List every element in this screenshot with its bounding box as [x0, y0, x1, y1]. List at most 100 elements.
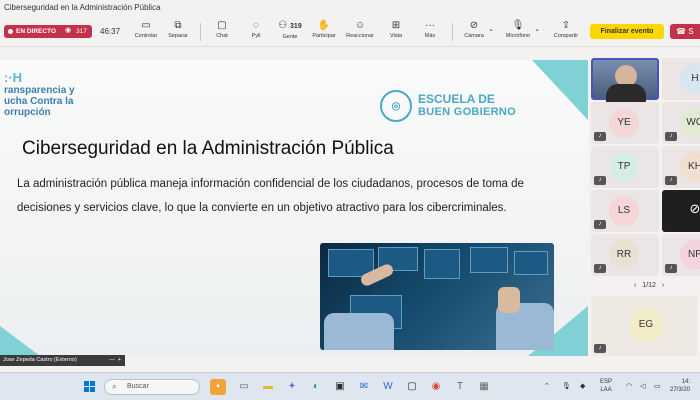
mic-muted-icon: ♪ [594, 176, 606, 185]
toolbar-divider [452, 23, 453, 41]
chat-icon: ▢ [217, 20, 227, 31]
participant-tile[interactable]: YE ♪ [591, 102, 659, 144]
language-indicator[interactable]: ESP LAA [600, 378, 612, 394]
monitor-shape [470, 247, 508, 273]
taskbar-search[interactable]: ⌕ Buscar [104, 379, 200, 395]
slide-corner-decoration [0, 326, 40, 356]
monitor-shape [424, 249, 460, 279]
search-icon: ⌕ [112, 382, 117, 391]
cast-icon: ▭ [141, 20, 151, 31]
avatar: RR [609, 240, 639, 270]
app-icon[interactable]: ▦ [476, 379, 492, 395]
mic-tray-icon[interactable]: 🎙 [562, 382, 571, 390]
share-icon: ⇪ [561, 20, 571, 31]
zoom-controls[interactable]: — + [109, 355, 121, 366]
mic-muted-icon: ♪ [594, 344, 606, 353]
page-indicator: 1/12 [642, 282, 656, 289]
participant-tile[interactable]: RR ♪ [591, 234, 659, 276]
live-label: EN DIRECTO [16, 28, 56, 35]
viewer-count: 317 [76, 28, 87, 35]
qa-icon: ◌ [253, 20, 259, 31]
participant-panel: H YE ♪ WO ♪ TP ♪ KH ♪ LS ♪ ⊘ RR ♪ NP ♪ E… [588, 48, 700, 370]
tray-chevron-icon[interactable]: ⌃ [544, 382, 550, 390]
participant-tile[interactable]: WO ♪ [662, 102, 700, 144]
share-button[interactable]: ⇪ Compartir [548, 19, 584, 45]
hand-shape [498, 287, 520, 313]
popout-button[interactable]: ⧉ Separar [160, 19, 196, 45]
presentation-slide: :·H ransparencia y ucha Contra la orrupc… [0, 60, 588, 356]
teams-icon[interactable]: T [452, 379, 468, 395]
widgets-icon[interactable]: ▪ [210, 379, 226, 395]
outlook-icon[interactable]: ✉ [356, 379, 372, 395]
eye-icon: ◉ [65, 27, 72, 34]
slide-body-text: La administración pública maneja informa… [17, 178, 524, 214]
mic-muted-icon: ♪ [594, 264, 606, 273]
mic-muted-icon: ♪ [665, 264, 677, 273]
participant-tile-camera[interactable] [591, 58, 659, 102]
live-badge: EN DIRECTO 317 ◉ [4, 25, 92, 38]
chevron-left-icon[interactable]: ‹ [634, 282, 636, 289]
people-count: 319 [290, 23, 302, 30]
participant-tile-large[interactable]: EG ♪ [591, 296, 697, 356]
mic-muted-icon: ♪ [665, 132, 677, 141]
react-button[interactable]: ☺ Reaccionar [342, 19, 378, 45]
grid-icon: ⊞ [391, 20, 401, 31]
tray-app-icon[interactable]: ◆ [580, 382, 585, 390]
copilot-icon[interactable]: ✦ [284, 379, 300, 395]
qa-button[interactable]: ◌ Pyll [238, 19, 274, 45]
people-button[interactable]: ⚇ 319 Gente [272, 19, 308, 45]
chrome-icon[interactable]: ◉ [428, 379, 444, 395]
avatar: KH [680, 152, 700, 182]
more-icon: ··· [425, 20, 435, 31]
system-clock[interactable]: 14: 27/3/20 [670, 378, 690, 394]
volume-icon[interactable]: ◁ [640, 382, 645, 390]
task-view-icon[interactable]: ▭ [236, 379, 252, 395]
people-icon: ⚇ [278, 20, 288, 31]
mic-muted-icon: ♪ [594, 220, 606, 229]
edge-icon[interactable]: ◐ [308, 379, 324, 395]
mic-muted-icon: ♪ [665, 176, 677, 185]
more-button[interactable]: ··· Más [412, 19, 448, 45]
leave-button[interactable]: ☎ S [670, 24, 700, 39]
meeting-timer: 46:37 [100, 27, 121, 36]
avatar: LS [609, 196, 639, 226]
store-icon[interactable]: ▣ [332, 379, 348, 395]
battery-icon[interactable]: ▭ [654, 382, 661, 390]
avatar: H [680, 64, 700, 94]
slide-title: Ciberseguridad en la Administración Públ… [22, 138, 394, 159]
video-off-icon: ⊘ [689, 201, 700, 216]
hand-icon: ✋ [317, 20, 331, 31]
participant-tile-video-off[interactable]: ⊘ [662, 190, 700, 232]
wifi-icon[interactable]: ◠ [626, 382, 632, 390]
participant-tile[interactable]: H [662, 58, 700, 100]
taskbar: ⌕ Buscar ▪ ▭ ▬ ✦ ◐ ▣ ✉ W ▢ ◉ T ▦ ⌃ 🎙 ◆ E… [0, 372, 700, 400]
avatar: NP [680, 240, 700, 270]
end-event-button[interactable]: Finalizar evento [590, 24, 664, 39]
view-button[interactable]: ⊞ Vista [378, 19, 414, 45]
participant-pager: ‹ 1/12 › [630, 282, 668, 289]
cybersecurity-photo [320, 243, 554, 350]
window-title: Ciberseguridad en la Administración Públ… [4, 3, 161, 12]
chevron-right-icon[interactable]: › [662, 282, 664, 289]
word-icon[interactable]: W [380, 379, 396, 395]
chat-button[interactable]: ▢ Chat [204, 19, 240, 45]
person-shape [324, 313, 394, 350]
title-bar: Ciberseguridad en la Administración Públ… [0, 0, 700, 17]
participant-tile[interactable]: NP ♪ [662, 234, 700, 276]
avatar: EG [629, 308, 663, 342]
monitor-shape [514, 251, 548, 275]
file-explorer-icon[interactable]: ▬ [260, 379, 276, 395]
participant-tile[interactable]: KH ♪ [662, 146, 700, 188]
live-dot-icon [8, 29, 13, 34]
participant-tile[interactable]: TP ♪ [591, 146, 659, 188]
participant-tile[interactable]: LS ♪ [591, 190, 659, 232]
avatar: WO [680, 108, 700, 138]
raise-hand-button[interactable]: ✋ Participar [306, 19, 342, 45]
organization-logo: :·H ransparencia y ucha Contra la orrupc… [4, 70, 75, 118]
mic-off-icon: 🎙 [511, 20, 525, 31]
control-button[interactable]: ▭ Controlar [128, 19, 164, 45]
windows-start-icon[interactable] [84, 381, 96, 393]
toolbar-divider [200, 23, 201, 41]
microphone-button[interactable]: 🎙 Micrófono [500, 19, 536, 45]
app-icon[interactable]: ▢ [404, 379, 420, 395]
